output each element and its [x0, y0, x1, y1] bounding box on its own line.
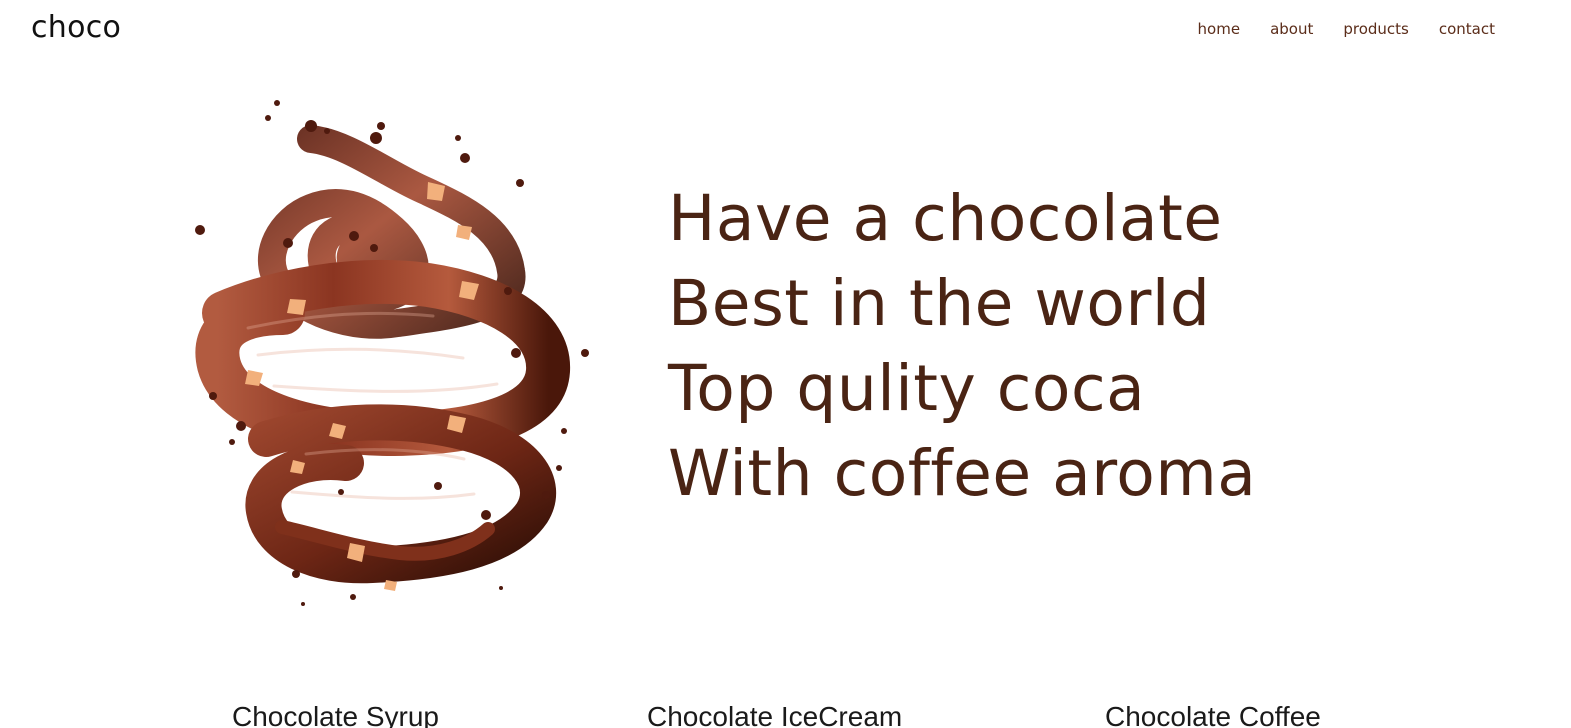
site-logo[interactable]: choco: [31, 8, 121, 48]
main-navigation: home about products contact: [1198, 19, 1495, 39]
nav-home-link[interactable]: home: [1198, 19, 1241, 39]
navbar: choco home about products contact: [0, 0, 1571, 58]
products-section: Chocolate Syrup Chocolate IceCream Choco…: [0, 694, 1571, 728]
hero-line-2: Best in the world: [668, 267, 1211, 340]
hero-line-4: With coffee aroma: [668, 437, 1257, 510]
chocolate-splash-image: [188, 95, 598, 610]
product-title-syrup: Chocolate Syrup: [232, 701, 440, 728]
product-title-coffee: Chocolate Coffee: [1105, 701, 1321, 728]
nav-products-link[interactable]: products: [1343, 19, 1409, 39]
nav-about-link[interactable]: about: [1270, 19, 1313, 39]
nav-contact-link[interactable]: contact: [1439, 19, 1495, 39]
hero-line-1: Have a chocolate: [668, 182, 1223, 255]
product-title-icecream: Chocolate IceCream: [647, 701, 903, 728]
hero-heading: Have a chocolate Best in the world Top q…: [668, 176, 1428, 516]
hero-line-3: Top qulity coca: [668, 352, 1146, 425]
